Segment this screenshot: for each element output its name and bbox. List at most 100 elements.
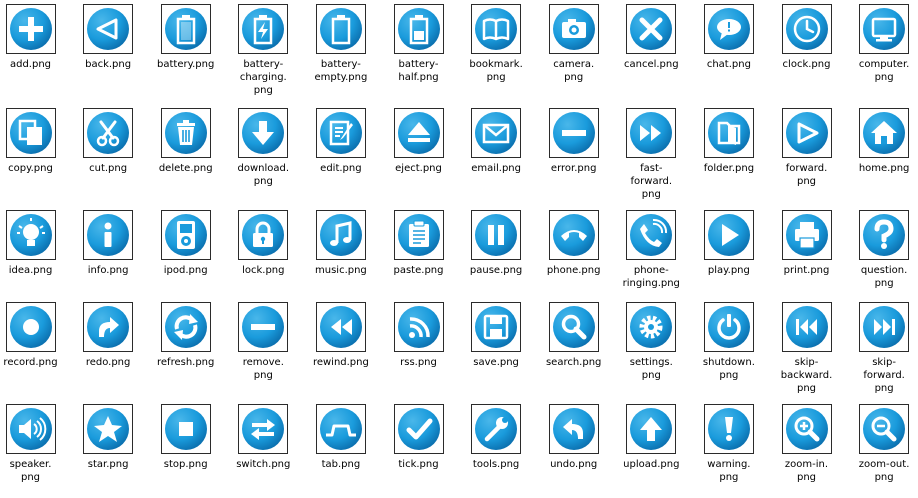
icon-tile[interactable]: save.png (458, 302, 535, 369)
icon-filename-label: remove. png (242, 357, 284, 381)
icon-filename-label: switch.png (236, 459, 291, 470)
icon-tile[interactable]: info.png (70, 210, 147, 277)
icon-filename-label: zoom-in. png (784, 459, 829, 483)
icon-tile[interactable]: idea.png (0, 210, 69, 277)
icon-tile[interactable]: battery- charging. png (225, 4, 302, 97)
camera-icon (552, 8, 595, 50)
icon-tile[interactable]: home.png (846, 108, 918, 175)
icon-tile[interactable]: refresh.png (147, 302, 224, 369)
icon-tile[interactable]: battery- empty.png (302, 4, 379, 84)
icon-tile[interactable]: phone- ringing.png (613, 210, 690, 290)
fast-forward-icon (630, 112, 673, 154)
icon-tile[interactable]: folder.png (690, 108, 767, 175)
icon-tile[interactable]: clock.png (768, 4, 845, 71)
icon-tile[interactable]: play.png (690, 210, 767, 277)
icon-filename-label: print.png (783, 265, 830, 276)
icon-tile[interactable]: zoom-in. png (768, 404, 845, 484)
icon-tile[interactable]: tab.png (302, 404, 379, 471)
icon-tile[interactable]: tools.png (458, 404, 535, 471)
icon-tile[interactable]: switch.png (225, 404, 302, 471)
record-icon (9, 306, 52, 348)
icon-tile[interactable]: copy.png (0, 108, 69, 175)
icon-thumbnail (859, 4, 910, 54)
icon-thumbnail (781, 108, 832, 158)
icon-tile[interactable]: question. png (846, 210, 918, 290)
icon-tile[interactable]: delete.png (147, 108, 224, 175)
icon-tile[interactable]: pause.png (458, 210, 535, 277)
icon-thumbnail (393, 108, 444, 158)
icon-tile[interactable]: stop.png (147, 404, 224, 471)
icon-tile[interactable]: phone.png (535, 210, 612, 277)
icon-tile[interactable]: warning. png (690, 404, 767, 484)
icon-tile[interactable]: skip- backward. png (768, 302, 845, 395)
icon-filename-label: idea.png (8, 265, 53, 276)
settings-icon (630, 306, 673, 348)
add-icon (9, 8, 52, 50)
icon-thumbnail (548, 4, 599, 54)
icon-tile[interactable]: forward. png (768, 108, 845, 188)
icon-thumbnail (393, 210, 444, 260)
icon-tile[interactable]: bookmark. png (458, 4, 535, 84)
shutdown-icon (707, 306, 750, 348)
icon-thumbnail (471, 404, 522, 454)
icon-tile[interactable]: edit.png (302, 108, 379, 175)
icon-tile[interactable]: shutdown. png (690, 302, 767, 382)
icon-filename-label: shutdown. png (702, 357, 755, 381)
icon-filename-label: pause.png (469, 265, 523, 276)
icon-filename-label: skip- forward. png (863, 357, 905, 394)
icon-tile[interactable]: tick.png (380, 404, 457, 471)
icon-filename-label: add.png (9, 59, 52, 70)
icon-tile[interactable]: speaker. png (0, 404, 69, 484)
icon-tile[interactable]: computer. png (846, 4, 918, 84)
icon-thumbnail (160, 108, 211, 158)
icon-tile[interactable]: chat.png (690, 4, 767, 71)
icon-thumbnail (548, 210, 599, 260)
icon-tile[interactable]: upload.png (613, 404, 690, 471)
icon-thumbnail (5, 302, 56, 352)
icon-tile[interactable]: skip- forward. png (846, 302, 918, 395)
icon-tile[interactable]: settings. png (613, 302, 690, 382)
icon-filename-label: search.png (545, 357, 602, 368)
computer-icon (863, 8, 906, 50)
icon-tile[interactable]: rewind.png (302, 302, 379, 369)
icon-tile[interactable]: music.png (302, 210, 379, 277)
rss-icon (397, 306, 440, 348)
icon-tile[interactable]: zoom-out. png (846, 404, 918, 484)
icon-thumbnail (626, 210, 677, 260)
icon-tile[interactable]: record.png (0, 302, 69, 369)
icon-tile[interactable]: remove. png (225, 302, 302, 382)
icon-tile[interactable]: battery.png (147, 4, 224, 71)
icon-thumbnail (315, 302, 366, 352)
icon-tile[interactable]: eject.png (380, 108, 457, 175)
switch-icon (242, 408, 285, 450)
battery-icon (164, 8, 207, 50)
icon-tile[interactable]: back.png (70, 4, 147, 71)
icon-tile[interactable]: rss.png (380, 302, 457, 369)
icon-tile[interactable]: ipod.png (147, 210, 224, 277)
icon-tile[interactable]: fast- forward. png (613, 108, 690, 201)
icon-tile[interactable]: star.png (70, 404, 147, 471)
icon-thumbnail (471, 108, 522, 158)
delete-icon (164, 112, 207, 154)
icon-tile[interactable]: undo.png (535, 404, 612, 471)
icon-tile[interactable]: search.png (535, 302, 612, 369)
icon-filename-label: skip- backward. png (780, 357, 833, 394)
back-icon (87, 8, 130, 50)
icon-filename-label: phone.png (546, 265, 601, 276)
icon-tile[interactable]: redo.png (70, 302, 147, 369)
icon-tile[interactable]: camera. png (535, 4, 612, 84)
icon-tile[interactable]: cut.png (70, 108, 147, 175)
icon-tile[interactable]: download. png (225, 108, 302, 188)
icon-tile[interactable]: email.png (458, 108, 535, 175)
download-icon (242, 112, 285, 154)
icon-tile[interactable]: paste.png (380, 210, 457, 277)
icon-thumbnail (83, 302, 134, 352)
icon-tile[interactable]: lock.png (225, 210, 302, 277)
copy-icon (9, 112, 52, 154)
icon-tile[interactable]: battery- half.png (380, 4, 457, 84)
icon-tile[interactable]: print.png (768, 210, 845, 277)
icon-tile[interactable]: cancel.png (613, 4, 690, 71)
icon-tile[interactable]: error.png (535, 108, 612, 175)
icon-tile[interactable]: add.png (0, 4, 69, 71)
icon-filename-label: folder.png (703, 163, 755, 174)
